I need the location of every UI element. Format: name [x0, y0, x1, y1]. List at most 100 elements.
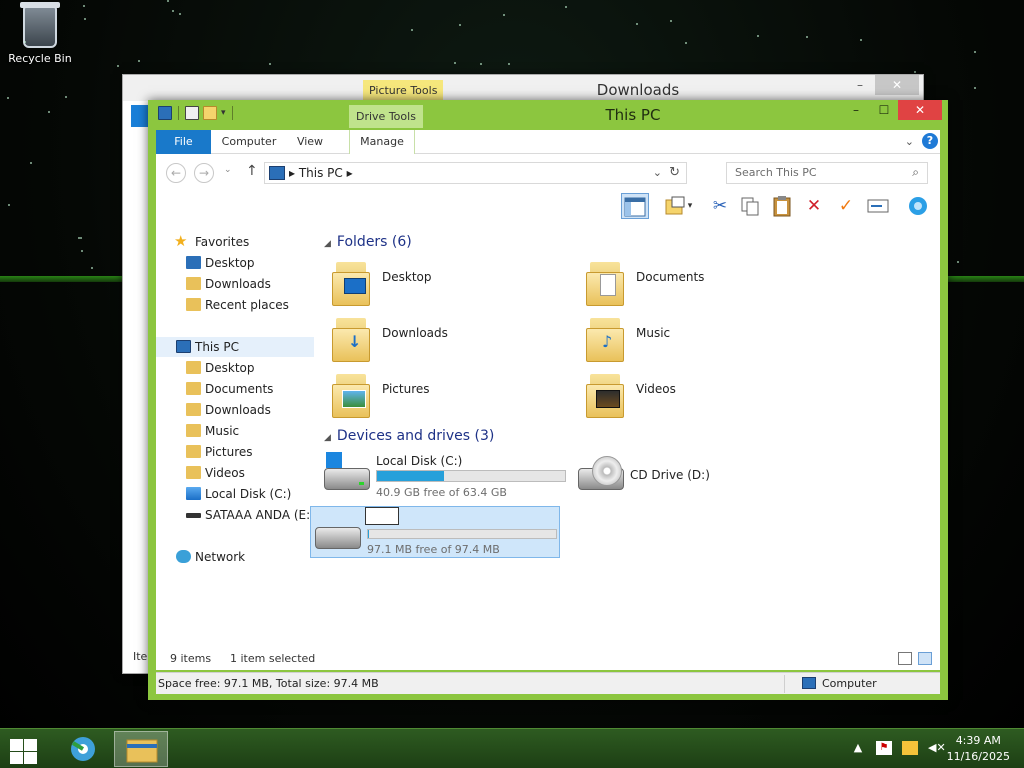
address-bar[interactable]: ▸ This PC ▸ ⌄ ↻: [264, 162, 687, 184]
maximize-button[interactable]: ☐: [870, 100, 898, 120]
windows-logo-icon: [10, 739, 23, 751]
close-button[interactable]: ✕: [898, 100, 942, 120]
nav-fav-recent[interactable]: Recent places: [156, 295, 314, 315]
tab-manage[interactable]: Manage: [349, 130, 415, 154]
downloads-minimize-button[interactable]: –: [845, 75, 875, 95]
windows-logo-part: [24, 752, 37, 764]
recycle-bin[interactable]: Recycle Bin: [6, 2, 74, 65]
expand-ribbon-icon[interactable]: ⌄: [905, 135, 914, 148]
action-center-icon[interactable]: ⚑: [876, 741, 892, 755]
taskbar-browser[interactable]: [56, 731, 110, 767]
nav-pc-downloads[interactable]: Downloads: [156, 400, 314, 420]
downloads-close-button[interactable]: ✕: [875, 75, 919, 95]
network-status-icon[interactable]: [902, 741, 918, 755]
nav-pc-local-disk[interactable]: Local Disk (C:): [156, 484, 314, 504]
drive-usb-selected[interactable]: 97.1 MB free of 97.4 MB: [310, 506, 560, 558]
check-icon[interactable]: ✓: [832, 193, 860, 219]
star: [914, 71, 916, 73]
folder-documents[interactable]: Documents: [580, 254, 810, 308]
documents-folder-icon: [186, 382, 201, 395]
nav-pc-music[interactable]: Music: [156, 421, 314, 441]
search-input[interactable]: Search This PC ⌕: [726, 162, 928, 184]
star: [117, 65, 119, 67]
drive-c-usage-fill: [377, 471, 444, 481]
copy-icon[interactable]: [736, 193, 764, 219]
drive-e-usage-fill: [368, 530, 369, 538]
nav-fav-recent-label: Recent places: [205, 298, 289, 312]
help-icon[interactable]: ?: [922, 133, 938, 149]
details-view-icon[interactable]: [898, 652, 912, 665]
nav-pc-videos[interactable]: Videos: [156, 463, 314, 483]
folder-videos[interactable]: Videos: [580, 366, 810, 420]
up-button[interactable]: ↑: [246, 163, 258, 179]
nav-network-label: Network: [195, 550, 246, 564]
folder-icon: [586, 262, 624, 306]
nav-pc-pictures[interactable]: Pictures: [156, 442, 314, 462]
star: [65, 96, 67, 98]
drives-group-header[interactable]: ◢ Devices and drives (3): [324, 428, 494, 444]
nav-pc-documents[interactable]: Documents: [156, 379, 314, 399]
paste-icon[interactable]: [768, 193, 796, 219]
nav-fav-downloads[interactable]: Downloads: [156, 274, 314, 294]
recycle-bin-icon: [20, 2, 60, 48]
show-hidden-icons-icon[interactable]: ▲: [850, 741, 866, 755]
properties-dropdown-icon[interactable]: ▾: [684, 193, 696, 219]
window-titlebar[interactable]: ▾ Drive Tools This PC – ☐ ✕: [148, 100, 948, 128]
drive-c-usage-bar: [376, 470, 566, 482]
volume-muted-icon[interactable]: ◀✕: [928, 741, 946, 755]
star: [8, 204, 10, 206]
drive-local-disk[interactable]: Local Disk (C:) 40.9 GB free of 63.4 GB: [320, 450, 570, 502]
nav-this-pc[interactable]: This PC: [156, 337, 314, 357]
settings-icon[interactable]: [904, 193, 932, 219]
tab-file[interactable]: File: [156, 130, 211, 154]
downloads-titlebar[interactable]: Picture Tools Downloads – ✕: [123, 75, 923, 101]
folder-music[interactable]: ♪ Music: [580, 310, 810, 364]
delete-icon[interactable]: ✕: [800, 193, 828, 219]
folder-icon: [586, 374, 624, 418]
folder-downloads[interactable]: ↓ Downloads: [326, 310, 556, 364]
start-button[interactable]: [8, 737, 38, 764]
star: [411, 29, 413, 31]
folder-icon: [332, 374, 370, 418]
this-pc-window[interactable]: ▾ Drive Tools This PC – ☐ ✕ File Compute…: [148, 100, 948, 700]
windows-logo-part: [10, 752, 23, 764]
nav-network[interactable]: Network: [156, 547, 314, 567]
drive-cd[interactable]: CD Drive (D:): [574, 450, 824, 502]
collapse-icon: ◢: [324, 239, 331, 249]
breadcrumb-this-pc[interactable]: ▸ This PC ▸: [289, 166, 353, 180]
drive-c-name: Local Disk (C:): [376, 454, 463, 468]
large-icons-view-icon[interactable]: [918, 652, 932, 665]
preview-pane-icon[interactable]: [621, 193, 649, 219]
clock[interactable]: 4:39 AM 11/16/2025: [947, 733, 1010, 765]
nav-favorites[interactable]: ★ Favorites: [156, 232, 314, 252]
nav-fav-desktop[interactable]: Desktop: [156, 253, 314, 273]
nav-pc-usb-drive[interactable]: SATAAA ANDA (E:): [156, 505, 315, 525]
taskbar-file-explorer[interactable]: [114, 731, 168, 767]
refresh-icon[interactable]: ↻: [669, 165, 680, 180]
usb-drive-icon: [186, 513, 201, 518]
nav-pc-desktop[interactable]: Desktop: [156, 358, 314, 378]
cut-icon[interactable]: ✂: [706, 193, 734, 219]
folder-documents-label: Documents: [636, 270, 705, 284]
rename-icon[interactable]: [864, 193, 892, 219]
minimize-button[interactable]: –: [842, 100, 870, 120]
this-pc-icon: [176, 340, 191, 353]
star: [480, 63, 482, 65]
tab-view[interactable]: View: [290, 130, 330, 154]
nav-pc-pictures-label: Pictures: [205, 445, 253, 459]
star: [48, 111, 50, 113]
star: [503, 14, 505, 16]
address-dropdown-icon[interactable]: ⌄: [653, 166, 662, 179]
folders-header-label: Folders (6): [336, 234, 412, 250]
recent-locations-icon[interactable]: ⌄: [224, 165, 232, 175]
tab-computer[interactable]: Computer: [218, 130, 280, 154]
folder-desktop[interactable]: Desktop: [326, 254, 556, 308]
star: [167, 0, 169, 2]
breadcrumb-label: This PC: [298, 166, 343, 180]
star: [7, 97, 9, 99]
folder-pictures[interactable]: Pictures: [326, 366, 556, 420]
back-button[interactable]: ←: [166, 163, 186, 183]
rename-field[interactable]: [365, 507, 399, 525]
forward-button[interactable]: →: [194, 163, 214, 183]
folders-group-header[interactable]: ◢ Folders (6): [324, 234, 412, 250]
